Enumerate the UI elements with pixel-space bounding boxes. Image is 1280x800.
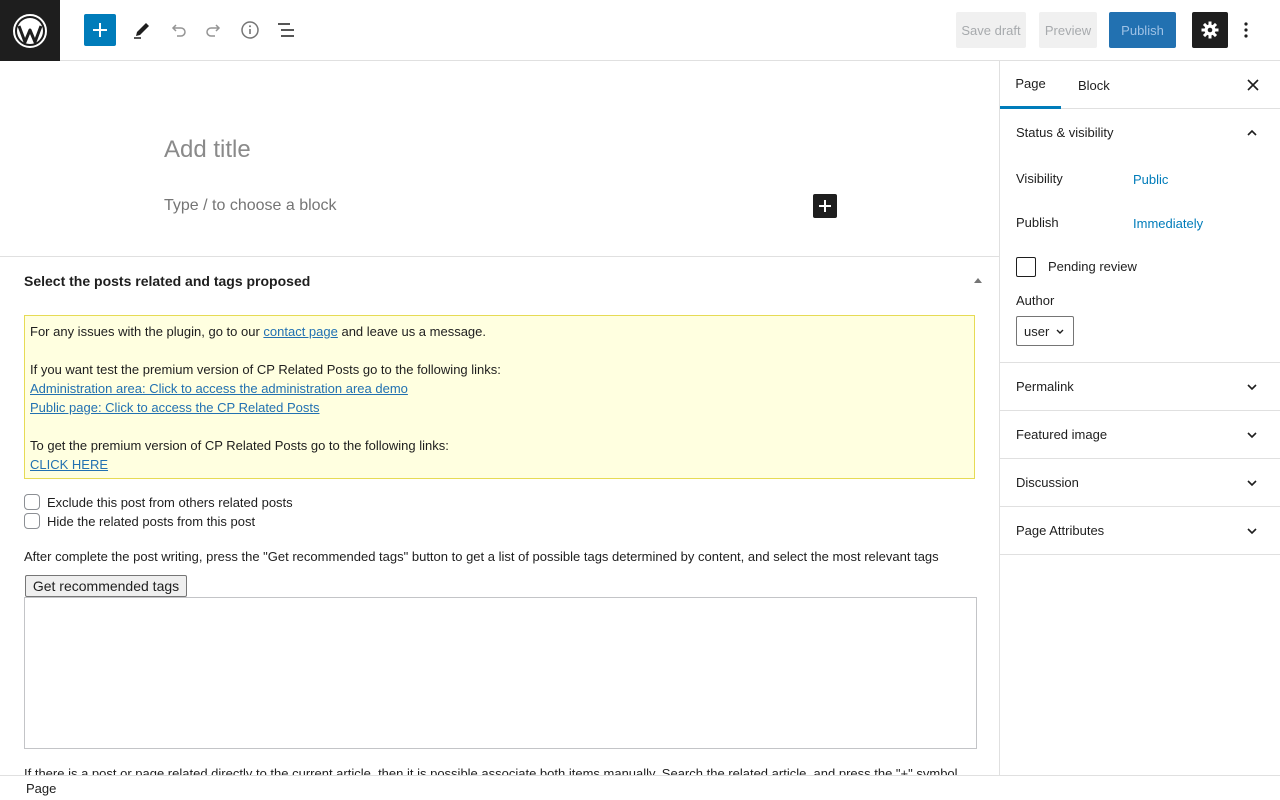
list-view-icon [278,23,294,37]
exclude-checkbox[interactable] [24,494,40,510]
add-block-button[interactable] [84,14,116,46]
publish-date-toggle[interactable]: Immediately [1133,216,1203,231]
info-icon [241,21,259,39]
undo-icon [171,24,186,37]
gear-icon [1201,21,1219,39]
admin-demo-link[interactable]: Administration area: Click to access the… [30,381,408,396]
plus-icon [819,200,831,212]
contact-page-link[interactable]: contact page [263,324,337,339]
inline-add-block-button[interactable] [813,194,837,218]
chevron-up-icon [1247,129,1257,136]
collapse-triangle-icon[interactable] [973,275,983,285]
block-appender[interactable]: Type / to choose a block [164,197,337,215]
author-label: Author [1016,293,1055,308]
close-icon [1247,79,1259,91]
settings-button[interactable] [1192,12,1228,48]
block-breadcrumb-bar: Page [0,775,1280,800]
list-view-button[interactable] [270,14,302,46]
pending-review-checkbox[interactable] [1016,257,1036,277]
options-button[interactable] [1232,14,1260,46]
close-sidebar-button[interactable] [1241,73,1265,97]
chevron-down-icon [1056,329,1064,334]
metabox-title: Select the posts related and tags propos… [24,273,311,289]
hide-option: Hide the related posts from this post [24,513,255,529]
breadcrumb-page[interactable]: Page [26,781,56,796]
pencil-icon [134,23,149,39]
redo-button[interactable] [198,14,230,46]
publish-button[interactable]: Publish [1109,12,1176,48]
manual-relation-text: If there is a post or page related direc… [24,766,962,775]
recommended-tags-area[interactable] [24,597,977,749]
sidebar-tabs: Page Block [1000,61,1280,109]
editor-header: Save draft Preview Publish [0,0,1280,61]
tab-page[interactable]: Page [1000,61,1061,109]
tags-instructions: After complete the post writing, press t… [24,549,939,564]
chevron-down-icon [1247,432,1257,439]
preview-button[interactable]: Preview [1039,12,1097,48]
visibility-toggle[interactable]: Public [1133,172,1168,187]
chevron-down-icon [1247,384,1257,391]
featured-image-panel-header[interactable]: Featured image [1000,411,1280,459]
visibility-label: Visibility [1016,171,1063,186]
notice-line-test: If you want test the premium version of … [30,362,501,377]
hide-checkbox[interactable] [24,513,40,529]
related-posts-metabox: Select the posts related and tags propos… [0,256,999,775]
permalink-panel-header[interactable]: Permalink [1000,363,1280,411]
author-select[interactable]: user [1016,316,1074,346]
status-visibility-header[interactable]: Status & visibility [1000,109,1280,157]
save-draft-button[interactable]: Save draft [956,12,1026,48]
click-here-link[interactable]: CLICK HERE [30,457,108,472]
settings-sidebar: Page Block Status & visibility Visibilit… [999,61,1280,775]
undo-button[interactable] [162,14,194,46]
redo-icon [206,24,221,37]
get-recommended-tags-button[interactable]: Get recommended tags [25,575,187,597]
tools-button[interactable] [126,14,158,46]
plus-icon [93,23,107,37]
chevron-down-icon [1247,480,1257,487]
page-attributes-panel-header[interactable]: Page Attributes [1000,507,1280,555]
discussion-panel-header[interactable]: Discussion [1000,459,1280,507]
premium-notice: For any issues with the plugin, go to ou… [24,315,975,479]
more-vertical-icon [1244,22,1248,38]
public-page-link[interactable]: Public page: Click to access the CP Rela… [30,400,320,415]
chevron-down-icon [1247,528,1257,535]
hide-label: Hide the related posts from this post [47,513,256,529]
status-visibility-panel: Status & visibility Visibility Public Pu… [1000,109,1280,363]
editor-canvas: Add title Type / to choose a block Selec… [0,61,999,775]
notice-line-contact: For any issues with the plugin, go to ou… [30,324,487,339]
notice-line-premium: To get the premium version of CP Related… [30,438,449,453]
post-title-input[interactable]: Add title [164,136,251,164]
wordpress-logo-icon[interactable] [0,0,60,61]
tab-block[interactable]: Block [1078,61,1110,109]
details-button[interactable] [234,14,266,46]
exclude-label: Exclude this post from others related po… [47,494,293,510]
pending-review-label: Pending review [1048,259,1137,274]
publish-label: Publish [1016,215,1059,230]
exclude-option: Exclude this post from others related po… [24,494,293,510]
